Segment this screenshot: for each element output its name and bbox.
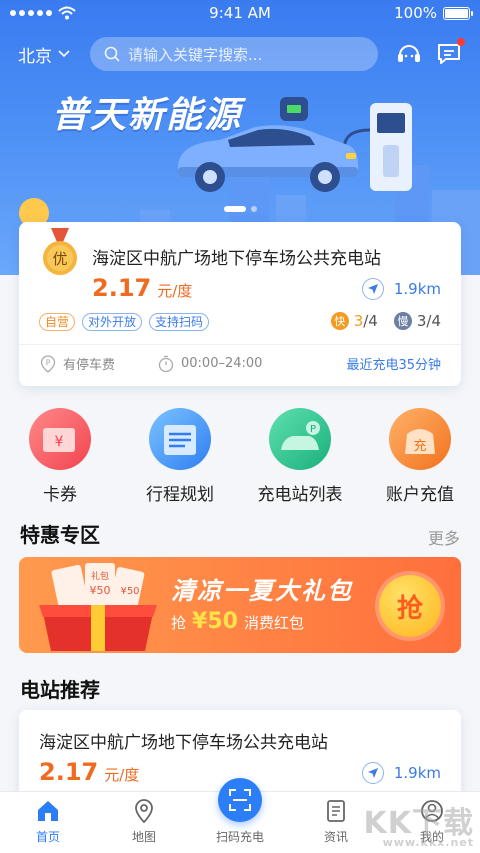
scan-icon bbox=[218, 778, 262, 822]
headset-icon bbox=[398, 45, 420, 62]
stopwatch-icon bbox=[158, 355, 174, 372]
nearest-station-card[interactable]: 优 海淀区中航广场地下停车场公共充电站 2.17 元/度 1.9km 自营 对外… bbox=[19, 222, 461, 386]
svg-text:优: 优 bbox=[52, 250, 67, 268]
parking-info: P 有停车费 bbox=[39, 354, 157, 373]
divider bbox=[19, 344, 461, 345]
navigation-arrow-icon bbox=[361, 762, 384, 784]
pagination-dot bbox=[250, 206, 257, 212]
station-info-row: P 有停车费 00:00–24:00 最近充电35分钟 bbox=[39, 354, 441, 373]
svg-text:¥50: ¥50 bbox=[120, 586, 139, 597]
coupon-icon: ¥ bbox=[29, 408, 91, 470]
battery-icon bbox=[443, 6, 473, 20]
search-input[interactable]: 请输入关键字搜索... bbox=[90, 37, 378, 71]
gift-box-illustration: 礼包 ¥50 ¥50 bbox=[39, 563, 157, 651]
svg-text:充: 充 bbox=[413, 438, 426, 454]
banner-pagination[interactable] bbox=[0, 206, 480, 212]
quick-item-station-list[interactable]: P 充电站列表 bbox=[250, 408, 350, 505]
ev-charging-illustration bbox=[178, 97, 412, 192]
tag-public: 对外开放 bbox=[82, 313, 143, 331]
slow-charger-count: 慢 3/4 bbox=[393, 312, 441, 330]
station-price: 2.17 元/度 bbox=[39, 758, 139, 786]
premium-medal-icon: 优 bbox=[43, 228, 77, 275]
navigation-arrow-icon bbox=[361, 278, 384, 300]
quick-menu: ¥ 卡券 行程规划 P 充电站列表 充 账户充值 bbox=[0, 408, 480, 505]
quick-label: 账户充值 bbox=[386, 485, 454, 505]
fast-charger-count: 快 3/4 bbox=[330, 312, 378, 330]
navigate-button[interactable]: 1.9km bbox=[361, 762, 441, 784]
slow-charge-icon: 慢 bbox=[393, 312, 412, 330]
recommend-title: 电站推荐 bbox=[20, 678, 100, 702]
svg-text:¥: ¥ bbox=[55, 434, 64, 450]
watermark: KK下载 www.kkx.net bbox=[363, 806, 474, 849]
charger-availability: 快 3/4 慢 3/4 bbox=[330, 312, 441, 330]
chevron-down-icon bbox=[58, 50, 70, 58]
station-name: 海淀区中航广场地下停车场公共充电站 bbox=[92, 249, 381, 269]
fast-charge-icon: 快 bbox=[330, 312, 349, 330]
price-unit: 元/度 bbox=[104, 766, 140, 784]
news-icon bbox=[327, 800, 345, 822]
specials-title: 特惠专区 bbox=[20, 523, 100, 547]
quick-item-route[interactable]: 行程规划 bbox=[130, 408, 230, 505]
status-bar: 9:41 AM 100% bbox=[0, 0, 480, 26]
parking-pin-icon: P bbox=[40, 354, 56, 373]
city-label: 北京 bbox=[18, 46, 52, 67]
city-selector[interactable]: 北京 bbox=[18, 42, 90, 67]
tag-scan-support: 支持扫码 bbox=[149, 313, 210, 331]
promo-subtitle: 抢 ¥50 消费红包 bbox=[171, 609, 304, 634]
status-time: 9:41 AM bbox=[209, 4, 271, 22]
search-placeholder: 请输入关键字搜索... bbox=[128, 45, 263, 64]
promo-banner[interactable]: 礼包 ¥50 ¥50 清凉一夏大礼包 抢 ¥50 消费红包 抢 bbox=[19, 557, 461, 653]
tab-home[interactable]: 首页 bbox=[0, 792, 96, 853]
customer-service-button[interactable] bbox=[396, 41, 422, 67]
tag-self-operated: 自营 bbox=[39, 313, 76, 331]
recent-charge-info: 最近充电35分钟 bbox=[346, 358, 441, 373]
quick-label: 行程规划 bbox=[146, 485, 214, 505]
station-distance: 1.9km bbox=[393, 280, 441, 298]
quick-label: 卡券 bbox=[43, 485, 77, 505]
quick-label: 充电站列表 bbox=[257, 485, 343, 505]
price-value: 2.17 bbox=[39, 758, 99, 786]
station-name: 海淀区中航广场地下停车场公共充电站 bbox=[39, 733, 328, 753]
pagination-dot-active bbox=[223, 206, 246, 212]
svg-text:礼包: 礼包 bbox=[91, 570, 109, 582]
price-unit: 元/度 bbox=[157, 282, 193, 300]
svg-text:P: P bbox=[310, 424, 316, 435]
navigate-button[interactable]: 1.9km bbox=[361, 278, 441, 300]
more-link[interactable]: 更多 bbox=[428, 525, 460, 549]
opening-hours: 00:00–24:00 bbox=[157, 355, 262, 373]
route-plan-icon bbox=[149, 408, 211, 470]
svg-text:¥50: ¥50 bbox=[90, 584, 111, 597]
quick-item-coupon[interactable]: ¥ 卡券 bbox=[10, 408, 110, 505]
station-distance: 1.9km bbox=[393, 764, 441, 782]
grab-button[interactable]: 抢 bbox=[379, 575, 441, 637]
quick-item-recharge[interactable]: 充 账户充值 bbox=[370, 408, 470, 505]
station-list-icon: P bbox=[269, 408, 331, 470]
home-icon bbox=[38, 801, 58, 821]
station-tags: 自营 对外开放 支持扫码 bbox=[39, 313, 210, 331]
svg-text:P: P bbox=[46, 358, 51, 367]
promo-title: 清凉一夏大礼包 bbox=[171, 577, 353, 605]
map-pin-icon bbox=[135, 799, 153, 824]
tab-scan-charge[interactable]: 扫码充电 bbox=[192, 778, 288, 853]
tab-map[interactable]: 地图 bbox=[96, 792, 192, 853]
search-icon bbox=[104, 46, 120, 62]
price-value: 2.17 bbox=[92, 274, 152, 302]
station-price: 2.17 元/度 bbox=[92, 274, 192, 302]
unread-dot bbox=[457, 38, 465, 46]
message-button[interactable] bbox=[436, 38, 465, 67]
wallet-recharge-icon: 充 bbox=[389, 408, 451, 470]
top-bar: 北京 请输入关键字搜索... bbox=[0, 37, 480, 71]
